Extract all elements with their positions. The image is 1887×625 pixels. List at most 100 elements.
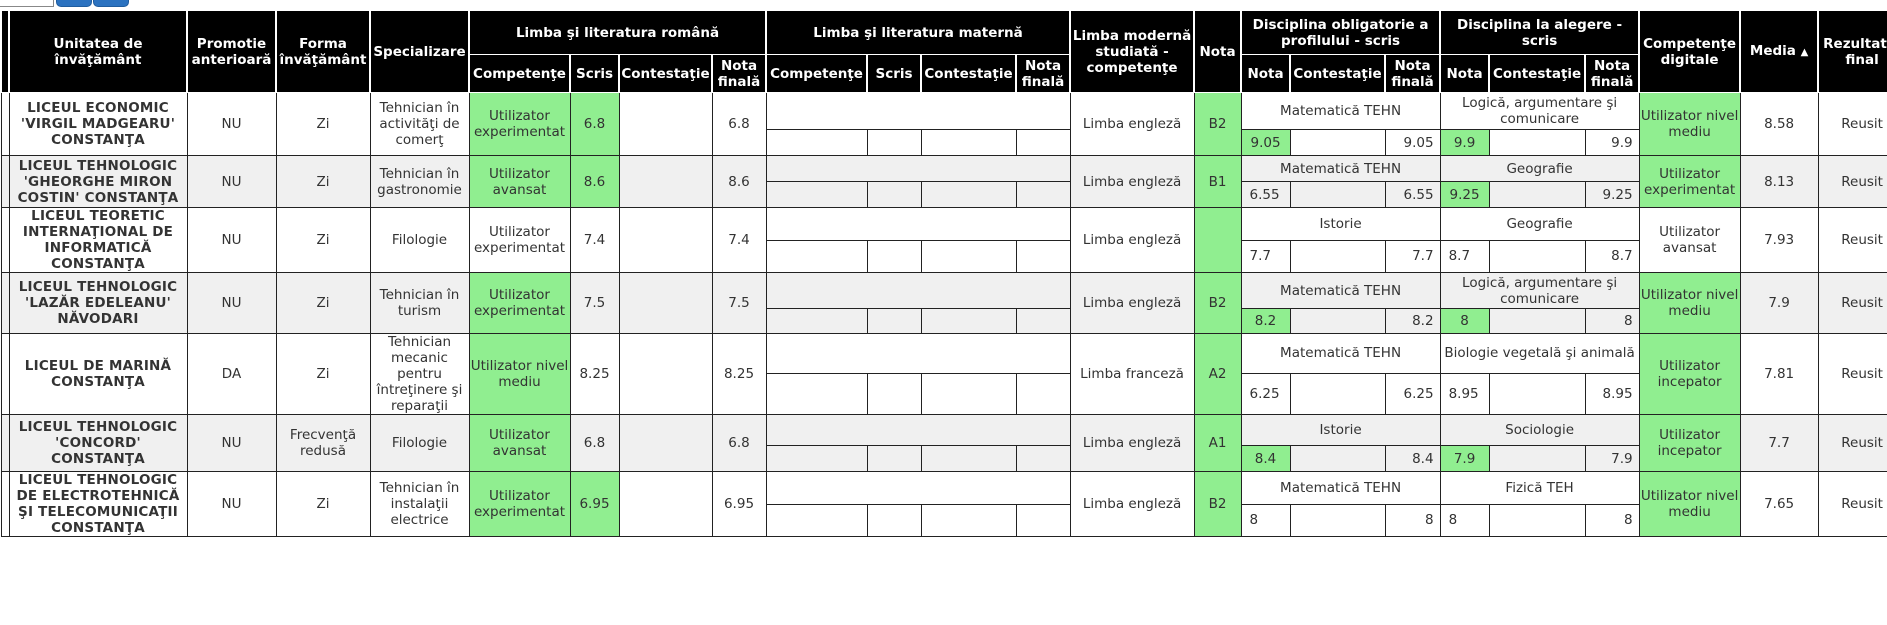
cell-competente-digitale: Utilizator nivel mediu bbox=[1638, 471, 1741, 537]
header-group-lmat: Limba şi literatura maternă bbox=[765, 10, 1072, 55]
cell-obl-contestatie bbox=[1289, 372, 1386, 416]
cell-lmat-competente bbox=[765, 445, 868, 472]
cell-obl-contestatie bbox=[1289, 308, 1386, 334]
cell-specializare: Tehnician mecanic pentru întreţinere şi … bbox=[369, 333, 470, 415]
cell-media: 7.81 bbox=[1739, 333, 1819, 415]
table-row: LICEUL TEHNOLOGIC 'CONCORD' CONSTANŢA NU F… bbox=[0, 414, 1887, 472]
cell-competente-digitale: Utilizator nivel mediu bbox=[1638, 272, 1741, 334]
subheader-lmat-scris[interactable]: Scris bbox=[866, 54, 923, 93]
cell-lmat-contestatie bbox=[920, 129, 1017, 156]
header-unitate[interactable]: Unitatea de învăţământ bbox=[8, 10, 188, 93]
cell-ale-contestatie bbox=[1488, 181, 1586, 208]
cell-ale-nota: 8 bbox=[1439, 308, 1490, 334]
cell-limba-moderna: Limba engleză bbox=[1069, 207, 1195, 273]
cell-lrom-competente: Utilizator experimentat bbox=[468, 207, 571, 273]
row-left-stub bbox=[0, 471, 10, 537]
subheader-lmat-competente[interactable]: Competenţe bbox=[765, 54, 869, 93]
cell-obl-nota-finala: 6.25 bbox=[1384, 372, 1441, 416]
table-row: LICEUL TEORETIC INTERNAŢIONAL DE INFORMA… bbox=[0, 207, 1887, 273]
header-limba-moderna[interactable]: Limba modernă studiată - competenţe bbox=[1069, 10, 1196, 93]
cell-ale-subject: Geografie bbox=[1439, 155, 1640, 182]
cell-ale-subject: Logică, argumentare şi comunicare bbox=[1439, 92, 1640, 130]
subheader-lrom-competente[interactable]: Competenţe bbox=[468, 54, 571, 93]
cell-lmat-scris bbox=[866, 129, 922, 156]
school-link[interactable]: LICEUL TEHNOLOGIC 'LAZĂR EDELEANU' NĂVOD… bbox=[8, 272, 188, 334]
cell-ale-nota-finala: 9.9 bbox=[1584, 129, 1640, 156]
cell-lrom-scris: 6.8 bbox=[569, 414, 620, 472]
cell-lmat-competente bbox=[765, 308, 868, 334]
cell-obl-subject: Istorie bbox=[1240, 207, 1441, 241]
subheader-ale-nota[interactable]: Nota bbox=[1439, 54, 1491, 93]
cell-ale-contestatie bbox=[1488, 308, 1586, 334]
cell-forma: Zi bbox=[275, 471, 371, 537]
cell-obl-subject: Matematică TEHN bbox=[1240, 92, 1441, 130]
cell-obl-nota: 6.55 bbox=[1240, 181, 1291, 208]
cell-obl-subject: Matematică TEHN bbox=[1240, 272, 1441, 309]
cell-lrom-nota-finala: 7.4 bbox=[711, 207, 767, 273]
cell-obl-subject: Matematică TEHN bbox=[1240, 155, 1441, 182]
school-link[interactable]: LICEUL ECONOMIC 'VIRGIL MADGEARU' CONSTA… bbox=[8, 92, 188, 156]
subheader-lrom-nota-finala[interactable]: Nota finală bbox=[710, 54, 768, 93]
cell-media: 7.7 bbox=[1739, 414, 1819, 472]
header-specializare[interactable]: Specializare bbox=[369, 10, 470, 93]
school-link[interactable]: LICEUL TEHNOLOGIC 'GHEORGHE MIRON COSTIN… bbox=[8, 155, 188, 208]
cell-ale-subject: Fizică TEH bbox=[1439, 471, 1640, 505]
cell-competente-digitale: Utilizator incepator bbox=[1638, 333, 1741, 415]
table-row: LICEUL TEHNOLOGIC 'GHEORGHE MIRON COSTIN… bbox=[0, 155, 1887, 208]
subheader-ale-contestatie[interactable]: Contestaţie bbox=[1488, 54, 1587, 93]
cell-ale-nota-finala: 9.25 bbox=[1584, 181, 1640, 208]
cell-specializare: Filologie bbox=[369, 414, 470, 472]
cell-promotie: NU bbox=[186, 155, 277, 208]
cell-specializare: Tehnician în gastronomie bbox=[369, 155, 470, 208]
cell-obl-nota: 8.4 bbox=[1240, 445, 1291, 472]
cell-forma: Zi bbox=[275, 155, 371, 208]
cell-promotie: DA bbox=[186, 333, 277, 415]
cell-limba-moderna: Limba engleză bbox=[1069, 272, 1195, 334]
row-left-stub bbox=[0, 207, 10, 273]
header-media-label: Media bbox=[1749, 42, 1796, 59]
cell-competente-digitale: Utilizator avansat bbox=[1638, 207, 1741, 273]
row-left-stub bbox=[0, 414, 10, 472]
row-left-stub bbox=[0, 333, 10, 415]
header-promotie[interactable]: Promotie anterioară bbox=[186, 10, 277, 93]
subheader-obl-nota-finala[interactable]: Nota finală bbox=[1384, 54, 1442, 93]
subheader-obl-nota[interactable]: Nota bbox=[1240, 54, 1292, 93]
subheader-ale-nota-finala[interactable]: Nota finală bbox=[1584, 54, 1641, 93]
cell-ale-nota: 9.9 bbox=[1439, 129, 1490, 156]
school-link[interactable]: LICEUL DE MARINĂ CONSTANŢA bbox=[8, 333, 188, 415]
subheader-lrom-contestatie[interactable]: Contestaţie bbox=[618, 54, 713, 93]
subheader-lmat-nota-finala[interactable]: Nota finală bbox=[1015, 54, 1072, 93]
header-forma[interactable]: Forma învăţământ bbox=[275, 10, 371, 93]
cell-lmat-top bbox=[765, 333, 1071, 374]
table-row: LICEUL TEHNOLOGIC 'LAZĂR EDELEANU' NĂVOD… bbox=[0, 272, 1887, 334]
table-row: LICEUL ECONOMIC 'VIRGIL MADGEARU' CONSTA… bbox=[0, 92, 1887, 156]
subheader-lrom-scris[interactable]: Scris bbox=[569, 54, 620, 93]
school-link[interactable]: LICEUL TEHNOLOGIC DE ELECTROTEHNICĂ ŞI T… bbox=[8, 471, 188, 537]
cell-lmat-competente bbox=[765, 503, 868, 537]
cell-ale-nota-finala: 8 bbox=[1584, 308, 1640, 334]
cell-lmat-top bbox=[765, 207, 1071, 241]
cell-specializare: Filologie bbox=[369, 207, 470, 273]
cell-lmat-top bbox=[765, 414, 1071, 446]
header-nota[interactable]: Nota bbox=[1193, 10, 1243, 93]
subheader-obl-contestatie[interactable]: Contestaţie bbox=[1289, 54, 1387, 93]
cell-obl-nota: 9.05 bbox=[1240, 129, 1291, 156]
nav-button-prev[interactable] bbox=[56, 0, 92, 7]
cell-media: 8.58 bbox=[1739, 92, 1819, 156]
cell-lrom-contestatie bbox=[618, 155, 713, 208]
cell-lrom-competente: Utilizator experimentat bbox=[468, 92, 571, 156]
cell-lmat-scris bbox=[866, 445, 922, 472]
page-size-input[interactable] bbox=[0, 0, 54, 7]
header-competente-digitale[interactable]: Competenţe digitale bbox=[1638, 10, 1742, 93]
cell-lmat-top bbox=[765, 471, 1071, 505]
school-link[interactable]: LICEUL TEHNOLOGIC 'CONCORD' CONSTANŢA bbox=[8, 414, 188, 472]
subheader-lmat-contestatie[interactable]: Contestaţie bbox=[920, 54, 1018, 93]
nav-button-next[interactable] bbox=[93, 0, 129, 7]
school-link[interactable]: LICEUL TEORETIC INTERNAŢIONAL DE INFORMA… bbox=[8, 207, 188, 273]
cell-limba-moderna: Limba franceză bbox=[1069, 333, 1195, 415]
cell-lrom-scris: 8.6 bbox=[569, 155, 620, 208]
header-rezultat[interactable]: Rezultatul final bbox=[1817, 10, 1887, 93]
header-media[interactable]: Media ▲ bbox=[1739, 10, 1820, 93]
cell-lmat-scris bbox=[866, 308, 922, 334]
header-group-obligatorie: Disciplina obligatorie a profilului - sc… bbox=[1240, 10, 1442, 55]
